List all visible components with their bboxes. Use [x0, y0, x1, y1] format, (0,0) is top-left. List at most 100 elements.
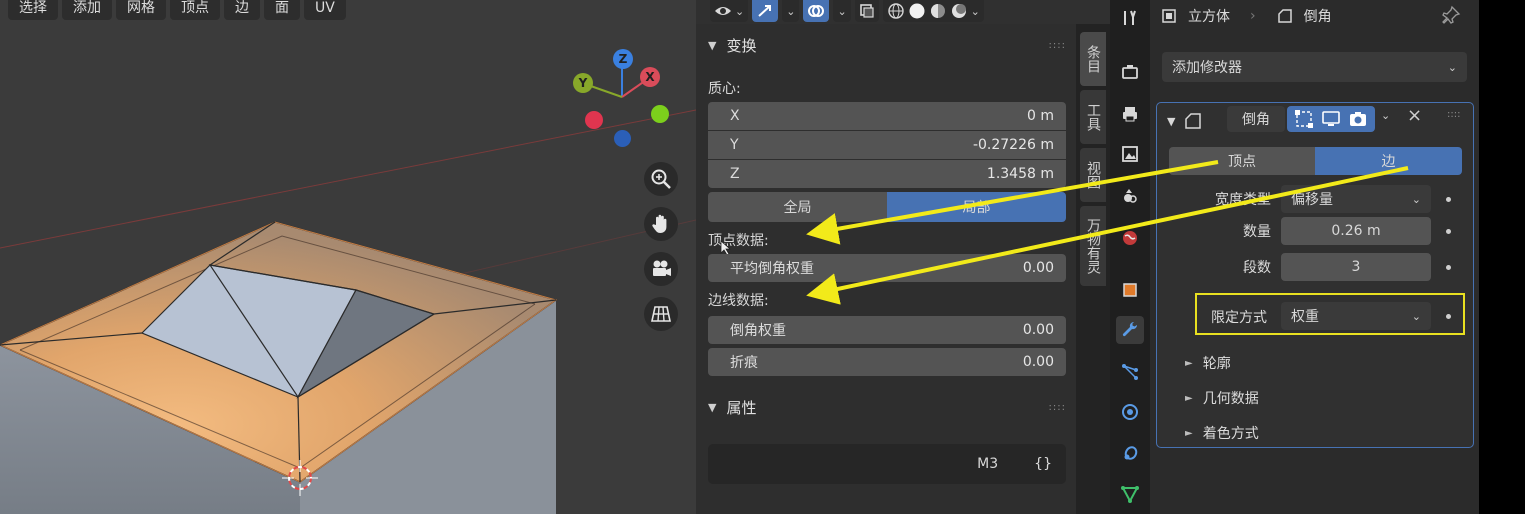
- eye-icon: [715, 7, 731, 15]
- vertex-data-label: 顶点数据:: [708, 233, 769, 249]
- drag-grip-icon[interactable]: ::::: [1049, 40, 1066, 51]
- overlay-toggle[interactable]: [803, 0, 830, 22]
- drag-grip-icon[interactable]: ::::: [1049, 402, 1066, 413]
- menu-face[interactable]: 面: [264, 0, 300, 20]
- tab-tool[interactable]: 工具: [1080, 90, 1106, 144]
- gizmo-toggle[interactable]: [752, 0, 779, 22]
- gizmo-x-axis[interactable]: X: [640, 67, 660, 87]
- chevron-down-icon: ⌄: [735, 4, 745, 18]
- zoom-icon: [651, 169, 671, 189]
- menu-edge[interactable]: 边: [224, 0, 260, 20]
- bevel-modifier-icon: [1185, 113, 1202, 129]
- xray-toggle[interactable]: [854, 0, 879, 22]
- keyframe-dot-icon[interactable]: [1446, 197, 1451, 202]
- wireframe-shading-icon[interactable]: [887, 2, 905, 20]
- gizmo-y-axis[interactable]: Y: [573, 73, 593, 93]
- visibility-dropdown[interactable]: ⌄: [710, 0, 749, 22]
- amount-field[interactable]: 0.26 m: [1281, 217, 1431, 245]
- segments-label: 段数: [1243, 260, 1271, 276]
- median-y-field[interactable]: Y -0.27226 m: [708, 131, 1066, 159]
- view-layer-tab[interactable]: [1116, 140, 1144, 168]
- segments-field[interactable]: 3: [1281, 253, 1431, 281]
- close-icon[interactable]: ×: [1407, 105, 1422, 126]
- tab-item[interactable]: 条目: [1080, 32, 1106, 86]
- xray-icon: [859, 4, 874, 18]
- y-value: -0.27226 m: [972, 137, 1054, 153]
- median-z-field[interactable]: Z 1.3458 m: [708, 160, 1066, 188]
- bevel-weight-field[interactable]: 倒角权重 0.00: [708, 316, 1066, 344]
- gizmo-neg-z-axis[interactable]: [614, 130, 631, 147]
- 3d-viewport[interactable]: 选择 添加 网格 顶点 边 面 UV Z X Y: [0, 0, 696, 514]
- modifier-tab[interactable]: [1116, 316, 1144, 344]
- median-x-field[interactable]: X 0 m: [708, 102, 1066, 130]
- local-button[interactable]: 局部: [887, 192, 1066, 222]
- keyframe-dot-icon[interactable]: [1446, 314, 1451, 319]
- keyframe-dot-icon[interactable]: [1446, 229, 1451, 234]
- solid-shading-icon[interactable]: [908, 2, 926, 20]
- edit-mode-icon[interactable]: [1294, 109, 1314, 129]
- camera-view-button[interactable]: [644, 252, 678, 286]
- expand-triangle-icon: ►: [1185, 392, 1193, 404]
- gizmo-neg-x-axis[interactable]: [585, 111, 603, 129]
- limit-method-dropdown[interactable]: 权重 ⌄: [1281, 302, 1431, 330]
- gizmo-z-axis[interactable]: Z: [613, 49, 633, 69]
- collapse-triangle-icon[interactable]: ▼: [1167, 115, 1175, 128]
- pan-button[interactable]: [644, 207, 678, 241]
- perspective-toggle-button[interactable]: [644, 297, 678, 331]
- width-type-dropdown[interactable]: 偏移量 ⌄: [1281, 185, 1431, 213]
- shading-subpanel[interactable]: ► 着色方式: [1185, 423, 1259, 443]
- breadcrumb: 立方体 › 倒角: [1160, 0, 1332, 32]
- overlay-dropdown[interactable]: ⌄: [833, 0, 851, 22]
- crease-field[interactable]: 折痕 0.00: [708, 348, 1066, 376]
- render-tab[interactable]: [1116, 58, 1144, 86]
- x-value: 0 m: [1027, 108, 1054, 124]
- global-button[interactable]: 全局: [708, 192, 887, 222]
- menu-add[interactable]: 添加: [62, 0, 112, 20]
- profile-subpanel[interactable]: ► 轮廓: [1185, 353, 1231, 373]
- chevron-down-icon[interactable]: ⌄: [1381, 109, 1390, 122]
- pin-icon[interactable]: [1440, 4, 1462, 26]
- output-tab[interactable]: [1116, 100, 1144, 128]
- custom-property-dict[interactable]: {}: [1034, 456, 1052, 472]
- mean-bevel-weight-field[interactable]: 平均倒角权重 0.00: [708, 254, 1066, 282]
- menu-select[interactable]: 选择: [8, 0, 58, 20]
- modifier-name-field[interactable]: 倒角: [1227, 106, 1285, 132]
- chevron-down-icon: ⌄: [1411, 192, 1421, 206]
- tab-view[interactable]: 视图: [1080, 148, 1106, 202]
- menu-uv[interactable]: UV: [304, 0, 346, 20]
- geometry-subpanel[interactable]: ► 几何数据: [1185, 388, 1259, 408]
- render-camera-icon[interactable]: [1348, 109, 1368, 129]
- material-shading-icon[interactable]: [929, 2, 947, 20]
- custom-property-row[interactable]: M3 {}: [708, 444, 1066, 484]
- collapse-triangle-icon: ▼: [708, 400, 717, 414]
- object-tab[interactable]: [1116, 276, 1144, 304]
- add-modifier-dropdown[interactable]: 添加修改器 ⌄: [1162, 52, 1467, 82]
- viewport-menu-bar: 选择 添加 网格 顶点 边 面 UV: [8, 0, 346, 20]
- particles-tab[interactable]: [1116, 358, 1144, 386]
- transform-title: 变换: [726, 36, 757, 55]
- transform-panel-header[interactable]: ▼ 变换 ::::: [696, 26, 1076, 64]
- menu-vertex[interactable]: 顶点: [170, 0, 220, 20]
- world-icon: [1123, 231, 1137, 245]
- tab-addon[interactable]: 万物有灵: [1080, 206, 1106, 286]
- bevel-weight-value: 0.00: [1022, 322, 1054, 338]
- scene-tab[interactable]: [1116, 182, 1144, 210]
- physics-tab[interactable]: [1116, 398, 1144, 426]
- rendered-shading-icon[interactable]: [950, 2, 968, 20]
- zoom-button[interactable]: [644, 162, 678, 196]
- world-tab[interactable]: [1116, 224, 1144, 252]
- keyframe-dot-icon[interactable]: [1446, 265, 1451, 270]
- affect-vertices-button[interactable]: 顶点: [1169, 147, 1315, 175]
- constraints-tab[interactable]: [1116, 440, 1144, 468]
- tool-tab[interactable]: [1116, 4, 1144, 32]
- gizmo-neg-y-axis[interactable]: [651, 105, 669, 123]
- crease-value: 0.00: [1022, 354, 1054, 370]
- data-tab[interactable]: [1116, 480, 1144, 508]
- affect-edges-button[interactable]: 边: [1315, 147, 1462, 175]
- monitor-icon[interactable]: [1321, 109, 1341, 129]
- gizmo-dropdown[interactable]: ⌄: [782, 0, 800, 22]
- drag-grip-icon[interactable]: ::::: [1447, 109, 1460, 120]
- menu-mesh[interactable]: 网格: [116, 0, 166, 20]
- properties-panel-header[interactable]: ▼ 属性 ::::: [696, 388, 1076, 426]
- shading-modes[interactable]: ⌄: [882, 0, 984, 22]
